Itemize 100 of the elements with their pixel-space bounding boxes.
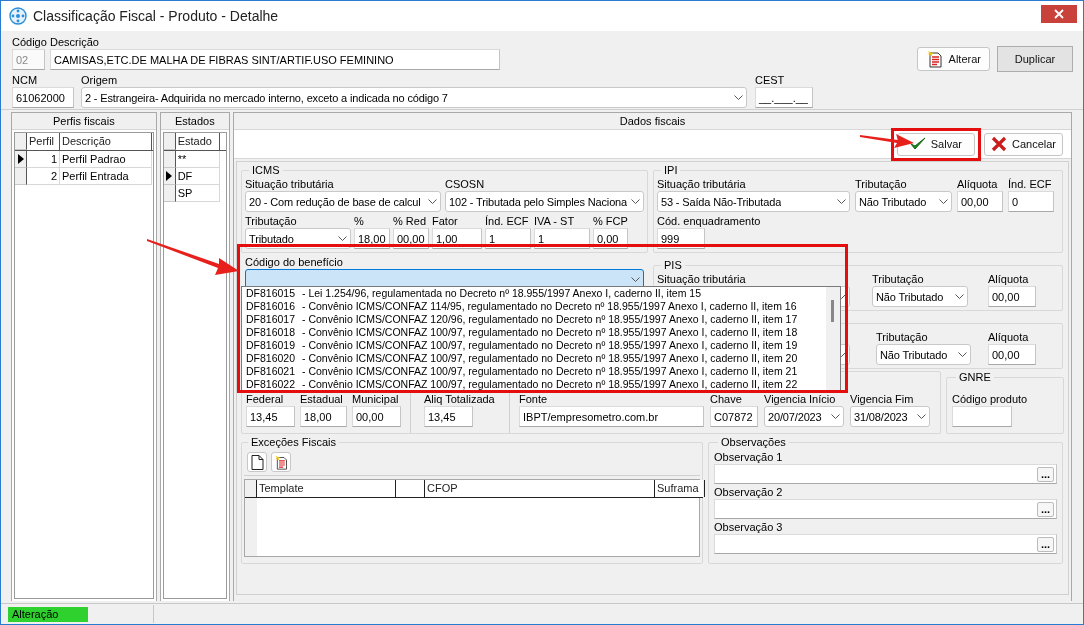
table-cell: Perfil Padrao xyxy=(60,151,152,168)
ellipsis-button[interactable]: ... xyxy=(1037,501,1054,517)
field-label: Observação 2 xyxy=(714,485,783,499)
field-label: Fonte xyxy=(519,392,548,406)
dropdown[interactable]: 102 - Tributada pelo Simples Naciona xyxy=(445,191,644,212)
input-field[interactable]: __.___.__ xyxy=(755,87,813,108)
dropdown[interactable]: 20/07/2023 xyxy=(764,406,844,427)
column-header: CFOP xyxy=(425,480,655,497)
table-cell: DF xyxy=(175,168,220,185)
cancel-button[interactable]: Cancelar xyxy=(983,132,1063,156)
field-label: Alíquota xyxy=(957,177,998,191)
edit-document-icon xyxy=(925,50,944,68)
table-cell: 2 xyxy=(27,168,60,185)
group-title: IPI xyxy=(663,164,679,177)
input-field[interactable]: 0 xyxy=(1008,191,1054,212)
dropdown-option[interactable]: DF816018 - Convênio ICMS/CONFAZ 100/97, regulamentado no Decreto nº 18.955/1997 Anexo I, caderno II, item 18 xyxy=(246,326,826,339)
group-title: Exceções Fiscais xyxy=(250,436,337,449)
field-label: CSOSN xyxy=(445,177,485,191)
dropdown-option[interactable]: DF816020 - Convênio ICMS/CONFAZ 100/97, regulamentado no Decreto nº 18.955/1997 Anexo I, caderno II, item 20 xyxy=(246,352,826,365)
chevron-icon xyxy=(917,414,926,419)
dropdown-option[interactable]: DF816022 - Convênio ICMS/CONFAZ 100/97, regulamentado no Decreto nº 18.955/1997 Anexo I, caderno II, item 22 xyxy=(246,378,826,390)
column-header: Suframa xyxy=(655,480,705,497)
close-button[interactable] xyxy=(1041,5,1077,23)
field-label: Cód. enquadramento xyxy=(657,214,761,228)
field-label: Municipal xyxy=(352,392,399,406)
dropdown-option[interactable]: DF816016 - Convênio ICMS/CONFAZ 114/95, regulamentado no Decreto nº 18.955/1997 Anexo I, caderno II, item 16 xyxy=(246,300,826,313)
input-field[interactable]: 18,00 xyxy=(300,406,347,427)
field-label: Federal xyxy=(246,392,284,406)
row-indicator[interactable] xyxy=(15,168,27,185)
column-header: Template xyxy=(257,480,396,497)
table-cell: ** xyxy=(175,151,220,168)
table-cell: 1 xyxy=(27,151,60,168)
field-label: Alíquota xyxy=(988,330,1029,344)
chevron-icon xyxy=(837,199,846,204)
table-cell: SP xyxy=(175,185,220,202)
field-label: Tributação xyxy=(872,272,924,286)
input-field[interactable]: CAMISAS,ETC.DE MALHA DE FIBRAS SINT/ARTIF.USO FEMININO xyxy=(50,49,500,70)
chevron-icon xyxy=(338,236,347,241)
status-mode: Alteração xyxy=(8,606,88,622)
ellipsis-button[interactable]: ... xyxy=(1037,536,1054,552)
group-title: PIS xyxy=(663,259,683,272)
chevron-icon xyxy=(734,95,743,100)
edit-button[interactable] xyxy=(271,452,291,472)
input-field[interactable] xyxy=(952,406,1012,427)
ellipsis-button[interactable]: ... xyxy=(1037,466,1054,482)
dropdown[interactable]: 31/08/2023 xyxy=(850,406,930,427)
field-label: Situação tributária xyxy=(657,272,746,286)
dropdown[interactable]: Não Tributado xyxy=(855,191,952,212)
field-label: Código do benefício xyxy=(245,255,343,269)
dropdown[interactable]: Não Tributado xyxy=(872,286,968,307)
input-field[interactable]: 13,45 xyxy=(246,406,295,427)
input-field[interactable]: 00,00 xyxy=(988,344,1036,365)
input-field[interactable]: IBPT/empresometro.com.br xyxy=(519,406,704,427)
column-header: Estado xyxy=(175,133,220,150)
input-field[interactable]: ... xyxy=(714,534,1057,554)
dropdown-option[interactable]: DF816015 - Lei 1.254/96, regulamentada no Decreto nº 18.955/1997 Anexo I, caderno II, item 15 xyxy=(246,287,826,300)
field-label: % Red xyxy=(393,214,427,228)
row-indicator[interactable] xyxy=(163,151,176,168)
row-pointer-icon xyxy=(17,154,24,164)
input-field[interactable]: C07872 xyxy=(710,406,758,427)
annotation-arrow xyxy=(860,131,914,149)
checkmark-icon xyxy=(909,137,926,151)
row-indicator[interactable] xyxy=(163,168,176,185)
dropdown-option[interactable]: DF816021 - Convênio ICMS/CONFAZ 100/97, regulamentado no Decreto nº 18.955/1997 Anexo I, caderno II, item 21 xyxy=(246,365,826,378)
chevron-icon xyxy=(428,199,437,204)
column-header: Perfil xyxy=(27,133,60,150)
dropdown[interactable]: 2 - Estrangeira- Adquirida no mercado interno, exceto a indicada no código 7 xyxy=(81,87,747,108)
chevron-icon xyxy=(939,199,948,204)
row-indicator[interactable] xyxy=(163,185,176,202)
dropdown[interactable]: 20 - Com redução de base de calcul xyxy=(245,191,441,212)
new-button[interactable] xyxy=(247,452,267,472)
field-label: Vigencia Início xyxy=(764,392,836,406)
field-label: Situação tributária xyxy=(245,177,334,191)
dropdown[interactable]: Não Tributado xyxy=(876,344,971,365)
save-button[interactable]: Salvar xyxy=(896,132,975,156)
edit-button[interactable]: Alterar xyxy=(916,47,990,71)
chevron-icon xyxy=(631,199,640,204)
input-field[interactable]: ... xyxy=(714,499,1057,519)
app-icon xyxy=(9,7,27,25)
input-field[interactable]: 00,00 xyxy=(988,286,1036,307)
field-label: Código produto xyxy=(952,392,1028,406)
input-field[interactable]: ... xyxy=(714,464,1057,484)
dropdown[interactable]: 53 - Saída Não-Tributada xyxy=(657,191,850,212)
duplicate-button[interactable]: Duplicar xyxy=(997,46,1073,72)
input-field[interactable]: 13,45 xyxy=(424,406,473,427)
group-title: ICMS xyxy=(251,164,281,177)
dropdown-option[interactable]: DF816019 - Convênio ICMS/CONFAZ 100/97, regulamentado no Decreto nº 18.955/1997 Anexo I, caderno II, item 19 xyxy=(246,339,826,352)
field-label: Índ. ECF xyxy=(1008,177,1052,191)
field-label: Observação 1 xyxy=(714,450,783,464)
input-field[interactable]: 00,00 xyxy=(957,191,1003,212)
input-field[interactable]: 00,00 xyxy=(352,406,401,427)
input-field[interactable]: 61062000 xyxy=(12,87,74,108)
scrollbar[interactable] xyxy=(826,287,840,390)
row-indicator[interactable] xyxy=(15,151,27,168)
field-label: Chave xyxy=(710,392,742,406)
dropdown-option[interactable]: DF816017 - Convênio ICMS/CONFAZ 120/96, regulamentado no Decreto nº 18.955/1997 Anexo I, caderno II, item 17 xyxy=(246,313,826,326)
field-label: Vigencia Fim xyxy=(850,392,914,406)
cross-icon xyxy=(990,136,1007,152)
field-label: Observação 3 xyxy=(714,520,783,534)
blank-document-icon xyxy=(249,454,265,470)
